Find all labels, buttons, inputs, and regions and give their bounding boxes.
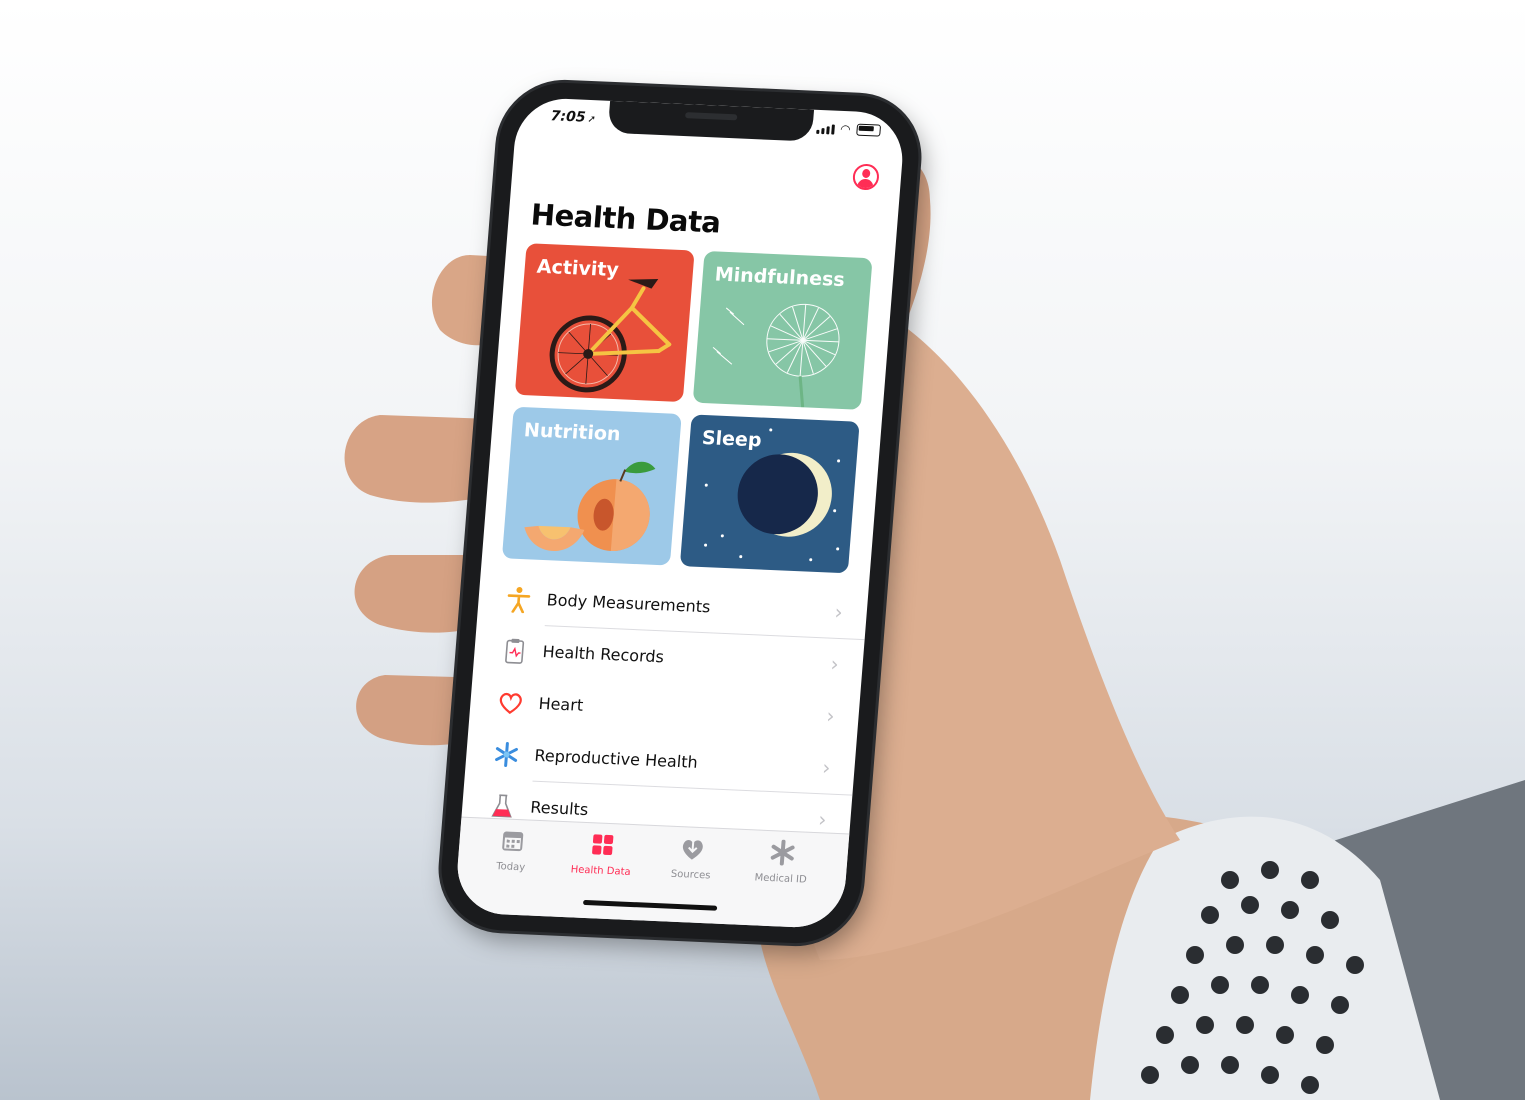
tab-label: Health Data [570,864,632,878]
figure-icon [507,587,531,614]
heart-download-icon [682,840,703,860]
notch [607,100,815,142]
wifi-icon: ◠ [839,121,852,137]
chevron-right-icon: › [817,807,828,832]
page-title: Health Data [529,197,722,240]
signal-icon [815,124,835,135]
battery-icon [856,123,882,137]
speaker-grille [685,112,738,121]
category-label: Sleep [701,426,763,452]
list-item-label: Health Records [541,642,665,667]
category-grid: Activity Mindfulness Nutrition Sleep [501,243,877,575]
tab-label: Today [495,861,526,874]
status-time: 7:05➚ [550,108,596,126]
asterisk-icon [770,839,795,866]
phone-screen: 7:05➚ ◠ Health Data Activity Mindfulness… [453,96,907,930]
snowflake-icon [495,742,518,767]
clipboard-icon [505,638,525,664]
category-tile-sleep[interactable]: Sleep [679,414,860,574]
list-item-label: Reproductive Health [533,745,699,772]
tab-medical-id[interactable]: Medical ID [737,838,827,887]
location-arrow-icon: ➚ [586,113,597,126]
category-label: Nutrition [523,419,622,446]
tab-sources[interactable]: Sources [647,834,737,883]
tab-bar: Today Health Data Sources Medical ID [453,816,850,930]
calendar-icon [502,831,524,852]
phone-frame: 7:05➚ ◠ Health Data Activity Mindfulness… [436,80,924,946]
health-category-list: Body Measurements › Health Records › Hea… [460,571,868,847]
profile-button[interactable] [851,163,880,191]
status-icons: ◠ [815,121,882,137]
category-tile-activity[interactable]: Activity [514,243,695,403]
heart-icon [499,692,522,714]
grid-icon [592,834,614,856]
tab-label: Medical ID [754,872,808,886]
tab-health-data[interactable]: Health Data [557,830,647,879]
flask-icon [491,794,512,818]
list-item-label: Results [529,797,589,820]
list-item-label: Body Measurements [546,590,712,617]
phone-device: 7:05➚ ◠ Health Data Activity Mindfulness… [436,80,924,946]
status-time-text: 7:05 [550,108,587,126]
category-tile-nutrition[interactable]: Nutrition [501,406,682,566]
chevron-right-icon: › [833,599,844,625]
category-label: Activity [536,255,620,282]
chevron-right-icon: › [829,651,840,676]
list-item-label: Heart [537,693,584,715]
tab-label: Sources [670,868,711,882]
tab-today[interactable]: Today [467,826,557,875]
chevron-right-icon: › [821,755,832,780]
category-tile-mindfulness[interactable]: Mindfulness [692,250,873,410]
chevron-right-icon: › [825,703,836,728]
